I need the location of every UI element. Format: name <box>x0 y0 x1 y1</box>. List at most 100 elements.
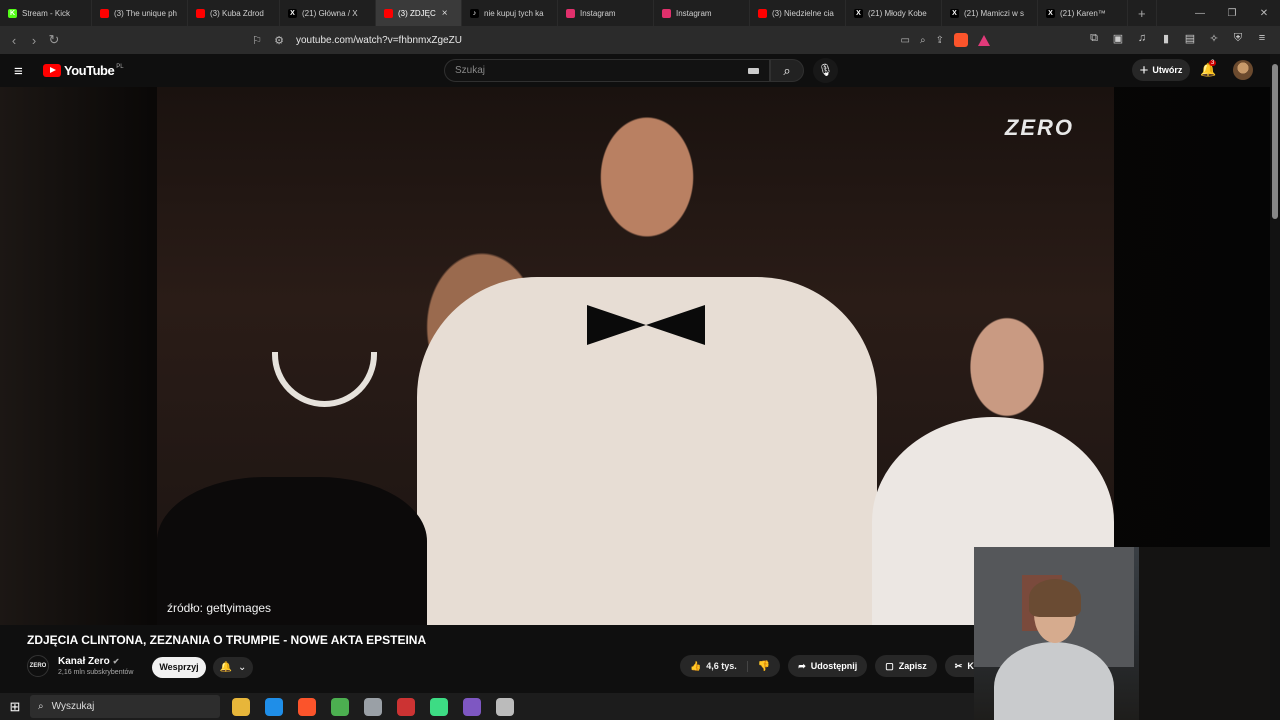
save-button[interactable]: ▢ Zapisz <box>875 655 937 677</box>
browser-tab[interactable]: K Stream - Kick <box>0 0 92 26</box>
video-player-area: ZERO źródło: gettyimages <box>0 87 1270 625</box>
tab-label: (3) The unique ph <box>114 8 178 18</box>
video-actions: 👍 4,6 tys. 👎 ➦ Udostępnij ▢ Zapisz ✂ Kli… <box>680 655 995 677</box>
tab-favicon-icon: X <box>950 8 959 18</box>
search-icon: ⌕ <box>783 63 791 78</box>
reload-icon[interactable]: ↻ <box>44 32 64 48</box>
tab-favicon-icon <box>566 8 575 18</box>
channel-watermark: ZERO <box>1004 115 1074 140</box>
screenshot-icon[interactable]: ▣ <box>1112 32 1124 45</box>
tab-label: (3) ZDJĘC <box>398 8 436 18</box>
support-button[interactable]: Wesprzyj <box>152 657 206 678</box>
menu-icon[interactable]: ≡ <box>1256 32 1268 45</box>
address-bar: ‹ › ↻ ⚐ ⚙ youtube.com/watch?v=fhbnmxZgeZ… <box>0 26 1280 54</box>
keyboard-icon[interactable] <box>748 68 759 74</box>
tab-favicon-icon <box>100 8 109 18</box>
create-button[interactable]: + Utwórz <box>1132 59 1190 81</box>
subscriber-count: 2,16 mln subskrybentów <box>58 669 134 676</box>
share-button[interactable]: ➦ Udostępnij <box>788 655 868 677</box>
browser-tab[interactable]: (3) Niedzielne cia <box>750 0 846 26</box>
taskbar-app-icon[interactable] <box>331 697 349 716</box>
video-player[interactable]: ZERO źródło: gettyimages <box>157 87 1114 625</box>
browser-tab[interactable]: Instagram <box>558 0 654 26</box>
vpn-icon[interactable]: ⛨ <box>1232 32 1244 45</box>
browser-tab[interactable]: Instagram <box>654 0 750 26</box>
channel-avatar[interactable]: ZERO <box>27 655 49 677</box>
taskbar-app-icon[interactable] <box>298 697 316 716</box>
source-caption: źródło: gettyimages <box>167 601 272 615</box>
channel-name-text[interactable]: Kanał Zero <box>58 656 110 667</box>
browser-tab[interactable]: X (21) Karen™ <box>1038 0 1128 26</box>
brave-shields-icon[interactable] <box>954 33 968 47</box>
tab-favicon-icon: K <box>8 8 17 18</box>
webcam-background <box>1139 547 1280 720</box>
leo-icon[interactable]: ✧ <box>1208 32 1220 45</box>
zoom-icon[interactable]: ⌕ <box>920 35 926 46</box>
browser-tab[interactable]: (3) Kuba Zdrod <box>188 0 280 26</box>
close-window-icon[interactable]: ✕ <box>1248 8 1280 19</box>
channel-name[interactable]: Kanał Zero ✔ <box>58 656 119 667</box>
browser-tab[interactable]: X (21) Mamiczi w s <box>942 0 1038 26</box>
share-page-icon[interactable]: ⇪ <box>936 35 944 46</box>
like-button[interactable]: 👍 4,6 tys. <box>680 660 748 672</box>
tab-close-icon[interactable]: × <box>442 8 448 19</box>
taskbar-app-icon[interactable] <box>232 697 250 716</box>
youtube-logo[interactable]: YouTube PL <box>43 63 124 78</box>
cast-icon[interactable]: ▭ <box>901 35 910 46</box>
taskbar-app-icon[interactable] <box>496 697 514 716</box>
microphone-icon: 🎙 <box>817 63 834 77</box>
search-placeholder: Szukaj <box>455 65 486 76</box>
site-info-icon[interactable]: ⚙ <box>268 34 290 47</box>
tab-favicon-icon: X <box>854 8 863 18</box>
thumbs-up-icon: 👍 <box>690 660 702 671</box>
search-input[interactable]: Szukaj <box>444 59 770 82</box>
youtube-wordmark: YouTube <box>64 63 115 78</box>
avatar[interactable] <box>1233 60 1253 80</box>
verified-icon: ✔ <box>112 657 120 666</box>
bookmark-icon[interactable]: ⚐ <box>246 34 268 47</box>
taskbar-app-icon[interactable] <box>430 697 448 716</box>
browser-tab[interactable]: (3) ZDJĘC × <box>376 0 462 26</box>
voice-search-button[interactable]: 🎙 <box>813 58 838 83</box>
sidebar-icon[interactable]: ▮ <box>1160 32 1172 45</box>
search-icon: ⌕ <box>38 701 44 712</box>
browser-tab-bar: K Stream - Kick (3) The unique ph (3) Kuba … <box>0 0 1280 26</box>
search-button[interactable]: ⌕ <box>770 59 804 82</box>
taskbar-search[interactable]: ⌕ Wyszukaj <box>30 695 220 718</box>
browser-tab[interactable]: X (21) Główna / X <box>280 0 376 26</box>
url-text[interactable]: youtube.com/watch?v=fhbnmxZgeZU <box>296 35 462 46</box>
wallet-icon[interactable]: ▤ <box>1184 32 1196 45</box>
brave-rewards-icon[interactable] <box>978 34 990 46</box>
forward-icon[interactable]: › <box>24 33 44 48</box>
windows-start-icon[interactable]: ⊞ <box>0 699 30 715</box>
taskbar-app-icon[interactable] <box>364 697 382 716</box>
youtube-header: ≡ YouTube PL Szukaj ⌕ 🎙 + Utwórz 🔔 3 <box>0 54 1270 87</box>
region-code: PL <box>116 63 124 70</box>
url-field[interactable]: ⚐ ⚙ youtube.com/watch?v=fhbnmxZgeZU ▭ ⌕ … <box>246 29 990 51</box>
tab-label: nie kupuj tych ka <box>484 8 544 18</box>
browser-tab[interactable]: (3) The unique ph <box>92 0 188 26</box>
notification-toggle-button[interactable]: 🔔 ⌄ <box>213 657 253 678</box>
browser-tab[interactable]: X (21) Młody Kobe <box>846 0 942 26</box>
taskbar-app-icon[interactable] <box>265 697 283 716</box>
page-scrollbar[interactable] <box>1270 54 1280 720</box>
windows-taskbar: ⊞ ⌕ Wyszukaj <box>0 693 974 720</box>
thumbs-down-icon: 👎 <box>757 660 771 672</box>
video-title: ZDJĘCIA CLINTONA, ZEZNANIA O TRUMPIE - N… <box>27 633 427 647</box>
restore-icon[interactable]: ❐ <box>1216 8 1248 19</box>
taskbar-app-icon[interactable] <box>397 697 415 716</box>
browser-tab[interactable]: ♪ nie kupuj tych ka <box>462 0 558 26</box>
tab-label: (21) Główna / X <box>302 8 358 18</box>
media-icon[interactable]: ♫ <box>1136 32 1148 45</box>
taskbar-app-icon[interactable] <box>463 697 481 716</box>
webcam-overlay <box>974 547 1280 720</box>
minimize-icon[interactable]: — <box>1184 8 1216 19</box>
back-icon[interactable]: ‹ <box>4 33 24 48</box>
hamburger-menu-icon[interactable]: ≡ <box>14 63 23 80</box>
dislike-button[interactable]: 👎 <box>748 661 780 672</box>
scrollbar-thumb[interactable] <box>1272 64 1278 219</box>
tab-favicon-icon <box>384 8 393 18</box>
new-tab-icon[interactable]: + <box>1128 0 1157 26</box>
extensions-icon[interactable]: ⧉ <box>1088 32 1100 45</box>
tab-favicon-icon: ♪ <box>470 8 479 18</box>
